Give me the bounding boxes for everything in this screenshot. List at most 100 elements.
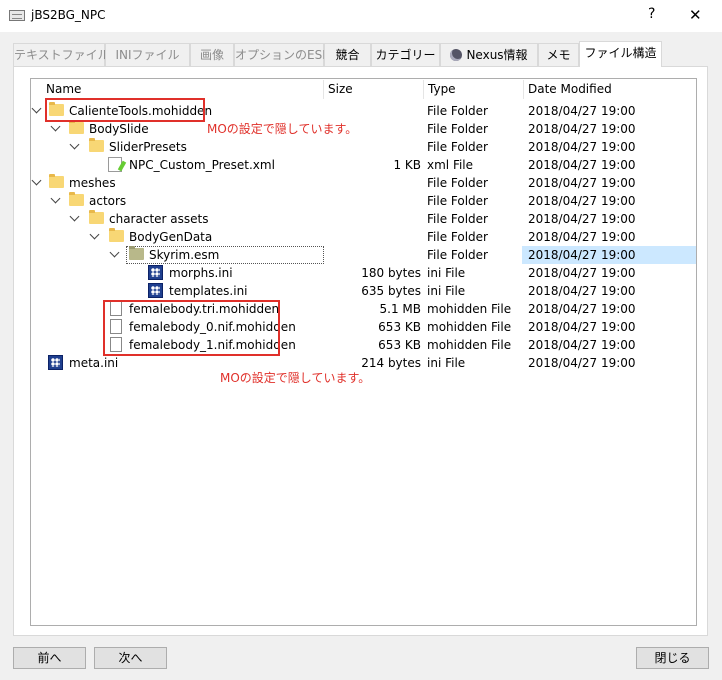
ini-file-icon — [148, 265, 163, 280]
annotation-note: MOの設定で隠しています。 — [220, 371, 371, 385]
row-type: mohidden File — [427, 320, 512, 334]
ini-file-icon — [148, 283, 163, 298]
row-date: 2018/04/27 19:00 — [528, 104, 636, 118]
column-header-date[interactable]: Date Modified — [528, 79, 612, 100]
folder-icon — [69, 192, 84, 206]
xml-file-icon — [108, 157, 122, 172]
row-size: 653 KB — [378, 338, 421, 352]
row-size: 635 bytes — [361, 284, 421, 298]
row-date: 2018/04/27 19:00 — [528, 338, 636, 352]
tab-categories[interactable]: カテゴリー — [371, 43, 440, 66]
row-name: SliderPresets — [109, 140, 187, 154]
row-name: actors — [89, 194, 127, 208]
tab-file-structure[interactable]: ファイル構造 — [579, 41, 662, 67]
highlight-box — [45, 98, 205, 122]
row-type: File Folder — [427, 104, 488, 118]
row-type: File Folder — [427, 176, 488, 190]
row-type: mohidden File — [427, 302, 512, 316]
row-type: File Folder — [427, 212, 488, 226]
row-date: 2018/04/27 19:00 — [528, 248, 636, 262]
title-bar: jBS2BG_NPC ? ✕ — [0, 0, 722, 32]
row-date: 2018/04/27 19:00 — [528, 212, 636, 226]
tab-optional-esp[interactable]: オプションのESP — [234, 43, 329, 66]
close-button[interactable]: 閉じる — [636, 647, 709, 669]
row-date: 2018/04/27 19:00 — [528, 122, 636, 136]
tree-row[interactable]: BodyGenData File Folder 2018/04/27 19:00 — [31, 228, 696, 246]
tree-row[interactable]: BodySlide File Folder 2018/04/27 19:00 — [31, 120, 696, 138]
row-type: xml File — [427, 158, 474, 172]
column-divider[interactable] — [323, 80, 324, 99]
row-date: 2018/04/27 19:00 — [528, 320, 636, 334]
tab-images[interactable]: 画像 — [190, 43, 234, 66]
ini-file-icon — [48, 355, 63, 370]
folder-icon — [89, 138, 104, 152]
chevron-down-icon[interactable] — [50, 121, 61, 132]
folder-icon — [89, 210, 104, 224]
row-size: 1 KB — [393, 158, 421, 172]
tree-row[interactable]: character assets File Folder 2018/04/27 … — [31, 210, 696, 228]
folder-icon — [69, 120, 84, 134]
chevron-down-icon[interactable] — [69, 139, 80, 150]
row-size: 653 KB — [378, 320, 421, 334]
tab-notes[interactable]: メモ — [538, 43, 579, 66]
column-divider[interactable] — [523, 80, 524, 99]
row-type: ini File — [427, 284, 466, 298]
tab-strip: テキストファイル INIファイル 画像 オプションのESP 競合 カテゴリー N… — [13, 41, 713, 67]
chevron-down-icon[interactable] — [31, 175, 42, 186]
row-type: File Folder — [427, 248, 488, 262]
tree-row[interactable]: morphs.ini 180 bytes ini File 2018/04/27… — [31, 264, 696, 282]
chevron-down-icon[interactable] — [109, 247, 120, 258]
row-size: 5.1 MB — [379, 302, 421, 316]
row-date: 2018/04/27 19:00 — [528, 284, 636, 298]
row-date: 2018/04/27 19:00 — [528, 266, 636, 280]
app-icon — [9, 10, 25, 21]
column-header-type[interactable]: Type — [428, 79, 456, 100]
row-name: Skyrim.esm — [149, 248, 220, 262]
tree-row[interactable]: actors File Folder 2018/04/27 19:00 — [31, 192, 696, 210]
tab-ini-files[interactable]: INIファイル — [105, 43, 190, 66]
row-name: morphs.ini — [169, 266, 233, 280]
tab-conflicts[interactable]: 競合 — [324, 43, 371, 66]
window-title: jBS2BG_NPC — [31, 8, 106, 22]
folder-icon — [129, 246, 144, 260]
row-type: ini File — [427, 266, 466, 280]
row-size: 180 bytes — [361, 266, 421, 280]
row-date: 2018/04/27 19:00 — [528, 158, 636, 172]
row-name: meta.ini — [69, 356, 119, 370]
tab-text-files[interactable]: テキストファイル — [13, 43, 110, 66]
tree-row[interactable]: templates.ini 635 bytes ini File 2018/04… — [31, 282, 696, 300]
row-type: ini File — [427, 356, 466, 370]
tree-row-selected[interactable]: Skyrim.esm File Folder 2018/04/27 19:00 — [31, 246, 696, 264]
prev-button[interactable]: 前へ — [13, 647, 86, 669]
chevron-down-icon[interactable] — [69, 211, 80, 222]
help-button[interactable]: ? — [648, 6, 655, 22]
column-header-name[interactable]: Name — [46, 79, 81, 100]
row-type: mohidden File — [427, 338, 512, 352]
row-date: 2018/04/27 19:00 — [528, 140, 636, 154]
folder-icon — [109, 228, 124, 242]
tree-row[interactable]: NPC_Custom_Preset.xml 1 KB xml File 2018… — [31, 156, 696, 174]
tree-row[interactable]: meshes File Folder 2018/04/27 19:00 — [31, 174, 696, 192]
row-type: File Folder — [427, 194, 488, 208]
row-date: 2018/04/27 19:00 — [528, 302, 636, 316]
row-name: meshes — [69, 176, 116, 190]
column-header-size[interactable]: Size — [328, 79, 353, 100]
row-name: BodyGenData — [129, 230, 213, 244]
row-name: templates.ini — [169, 284, 248, 298]
row-date: 2018/04/27 19:00 — [528, 176, 636, 190]
next-button[interactable]: 次へ — [94, 647, 167, 669]
close-window-button[interactable]: ✕ — [689, 6, 702, 24]
row-name: BodySlide — [89, 122, 149, 136]
row-type: File Folder — [427, 230, 488, 244]
chevron-down-icon[interactable] — [50, 193, 61, 204]
row-name: NPC_Custom_Preset.xml — [129, 158, 275, 172]
annotation-note: MOの設定で隠しています。 — [207, 122, 358, 136]
tab-nexus-info[interactable]: Nexus情報 — [440, 43, 538, 66]
tree-row[interactable]: SliderPresets File Folder 2018/04/27 19:… — [31, 138, 696, 156]
row-date: 2018/04/27 19:00 — [528, 356, 636, 370]
chevron-down-icon[interactable] — [89, 229, 100, 240]
chevron-down-icon[interactable] — [31, 103, 42, 114]
column-divider[interactable] — [423, 80, 424, 99]
row-date: 2018/04/27 19:00 — [528, 194, 636, 208]
row-date: 2018/04/27 19:00 — [528, 230, 636, 244]
